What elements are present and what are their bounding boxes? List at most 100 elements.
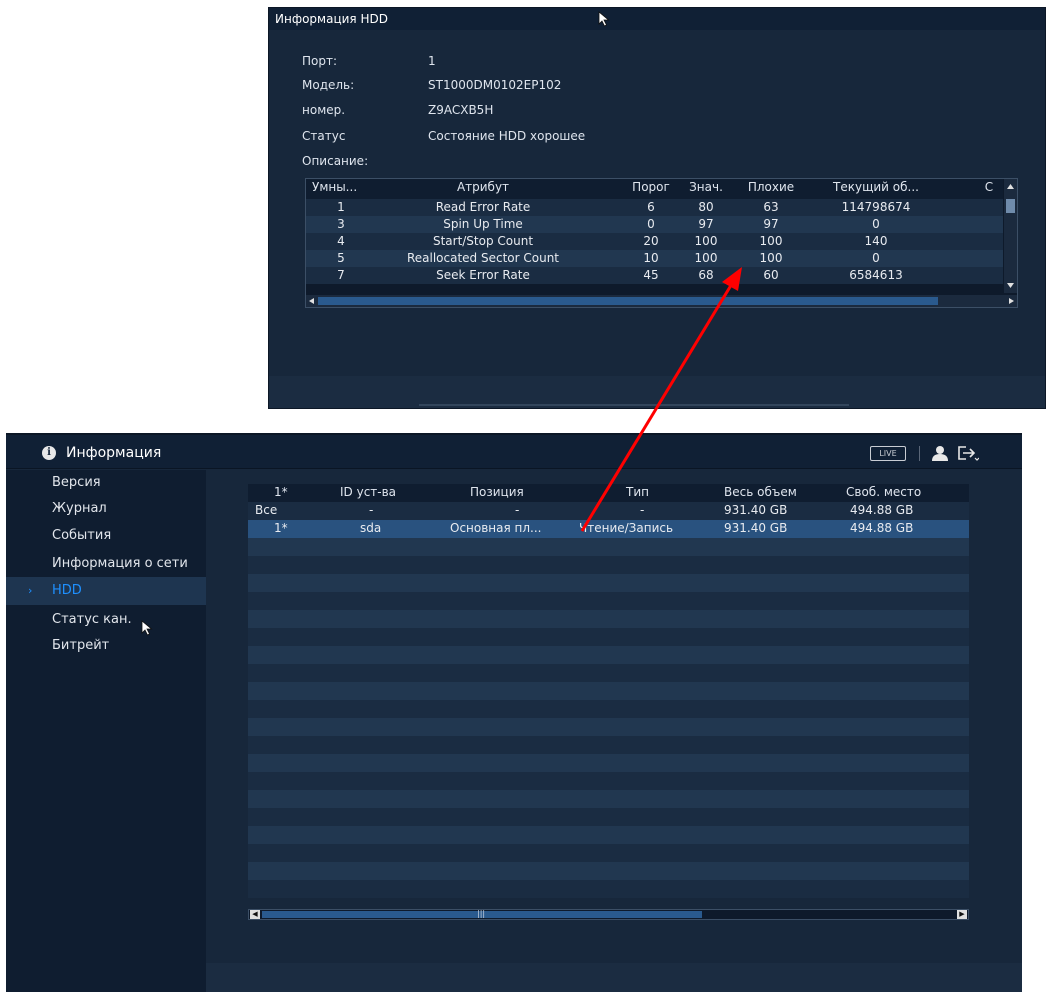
model-value: ST1000DM0102EP102 [428, 78, 562, 92]
dialog-title-bar[interactable]: Информация HDD [269, 8, 1045, 30]
vertical-scrollbar[interactable] [1004, 179, 1017, 293]
table-cell: 10 [643, 251, 659, 265]
empty-table-row [248, 592, 969, 610]
table-cell: Все [255, 503, 278, 517]
scroll-right-icon[interactable]: ▶ [957, 910, 967, 919]
column-header[interactable]: ID уст-ва [340, 485, 396, 499]
table-cell: 60 [763, 268, 779, 282]
scrollbar-thumb[interactable] [1006, 199, 1015, 213]
table-cell: 1* [274, 521, 288, 535]
table-cell: 6 [647, 200, 655, 214]
scroll-right-icon[interactable] [1009, 298, 1014, 304]
table-cell: 931.40 GB [724, 503, 788, 517]
scroll-left-icon[interactable]: ◀ [250, 910, 260, 919]
live-button[interactable]: LIVE [870, 446, 906, 461]
smart-table: Умны... Атрибут Порог Знач. Плохие Текущ… [305, 178, 1018, 308]
empty-table-row [248, 808, 969, 826]
table-cell: 97 [698, 217, 714, 231]
empty-table-row [248, 610, 969, 628]
empty-table-row [248, 682, 969, 700]
table-row[interactable]: 5 Reallocated Sector Count 10 100 100 0 [306, 250, 1003, 267]
info-icon: i [42, 446, 56, 460]
port-value: 1 [428, 54, 436, 68]
table-cell: 63 [763, 200, 779, 214]
column-header[interactable]: 1* [274, 485, 288, 499]
table-cell: 5 [337, 251, 345, 265]
column-header[interactable]: Своб. место [846, 485, 921, 499]
scroll-up-icon[interactable] [1007, 184, 1014, 189]
main-window: i Информация LIVE Версия Журнал События … [6, 433, 1022, 992]
table-cell: - [640, 503, 645, 517]
sidebar-item-label: События [52, 528, 112, 543]
sidebar-item-log[interactable]: Журнал [6, 498, 206, 526]
table-cell: 494.88 GB [850, 503, 914, 517]
serial-value: Z9ACXB5H [428, 103, 494, 117]
column-header[interactable]: Знач. [681, 180, 731, 194]
column-header[interactable]: Позиция [470, 485, 524, 499]
scroll-left-icon[interactable] [309, 298, 314, 304]
table-cell: sda [360, 521, 382, 535]
column-header[interactable]: Умны... [312, 180, 362, 194]
status-label: Статус [302, 129, 346, 143]
dialog-title: Информация HDD [275, 12, 388, 26]
mouse-cursor-icon [598, 11, 610, 27]
column-header[interactable]: Порог [626, 180, 676, 194]
sidebar-item-version[interactable]: Версия [6, 472, 206, 500]
column-header[interactable]: Атрибут [388, 180, 578, 194]
model-label: Модель: [302, 78, 355, 92]
empty-table-row [248, 664, 969, 682]
table-row[interactable]: 4 Start/Stop Count 20 100 100 140 [306, 233, 1003, 250]
column-header[interactable]: С [982, 180, 996, 194]
column-header[interactable]: Плохие [741, 180, 801, 194]
table-row[interactable]: Все - - - 931.40 GB 494.88 GB [248, 502, 969, 520]
scrollbar-thumb[interactable] [318, 297, 938, 305]
table-cell: Seek Error Rate [436, 268, 530, 282]
horizontal-scrollbar[interactable] [306, 295, 1017, 307]
column-header[interactable]: Весь объем [724, 485, 797, 499]
column-header[interactable]: Текущий об... [816, 180, 936, 194]
table-cell: 68 [698, 268, 714, 282]
page-title: Информация [66, 445, 162, 461]
sidebar-item-channel-status[interactable]: Статус кан. [6, 609, 206, 637]
dialog-footer [269, 376, 1045, 408]
port-label: Порт: [302, 54, 338, 68]
table-row[interactable]: 7 Seek Error Rate 45 68 60 6584613 [306, 267, 1003, 284]
empty-table-row [248, 790, 969, 808]
divider [419, 404, 849, 406]
description-label: Описание: [302, 154, 369, 168]
serial-label: номер. [302, 103, 346, 117]
table-cell: 100 [759, 251, 783, 265]
column-header[interactable]: Тип [626, 485, 649, 499]
toolbar-divider [919, 446, 920, 461]
table-row[interactable]: 1* sda Основная пл... Чтение/Запись 931.… [248, 520, 969, 538]
sidebar-item-label: Статус кан. [52, 612, 132, 627]
table-cell: 100 [694, 251, 718, 265]
table-cell: Чтение/Запись [579, 521, 674, 535]
table-row[interactable]: 3 Spin Up Time 0 97 97 0 [306, 216, 1003, 233]
empty-table-row [248, 736, 969, 754]
sidebar-item-label: HDD [52, 583, 82, 598]
sidebar-item-label: Журнал [52, 501, 107, 516]
table-cell: 97 [763, 217, 779, 231]
table-cell: 6584613 [849, 268, 903, 282]
table-cell: 931.40 GB [724, 521, 788, 535]
user-icon[interactable] [930, 445, 950, 461]
sidebar-item-label: Информация о сети [52, 556, 188, 571]
horizontal-scrollbar[interactable]: ◀ ||| ▶ [248, 909, 969, 920]
empty-table-row [248, 826, 969, 844]
table-row[interactable]: 1 Read Error Rate 6 80 63 114798674 [306, 199, 1003, 216]
sidebar-item-hdd[interactable]: › HDD [6, 577, 206, 605]
sidebar-item-bitrate[interactable]: Битрейт [6, 635, 206, 663]
sidebar-item-events[interactable]: События [6, 525, 206, 553]
table-cell: 4 [337, 234, 345, 248]
logout-icon[interactable] [957, 445, 979, 461]
table-cell: Read Error Rate [435, 200, 531, 214]
table-header: Умны... Атрибут Порог Знач. Плохие Текущ… [306, 179, 1003, 199]
table-cell: 80 [698, 200, 714, 214]
table-cell: 494.88 GB [850, 521, 914, 535]
empty-table-row [248, 844, 969, 862]
scroll-down-icon[interactable] [1007, 283, 1014, 288]
empty-table-row [248, 700, 969, 718]
empty-table-row [248, 556, 969, 574]
table-cell: 3 [337, 217, 345, 231]
